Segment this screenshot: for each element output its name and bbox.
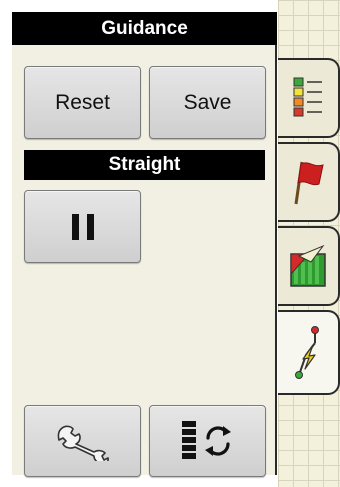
checklist-icon: [293, 77, 322, 117]
tab-field-map[interactable]: [278, 226, 340, 306]
section-header: Straight: [24, 150, 265, 180]
pause-icon: [71, 213, 94, 240]
guidance-path-icon: [295, 325, 319, 379]
reset-button[interactable]: Reset: [24, 66, 141, 139]
cycle-button[interactable]: [149, 405, 266, 477]
field-map-icon: [290, 244, 326, 287]
wrench-icon: [57, 425, 109, 461]
save-button-label: Save: [183, 90, 232, 114]
panel-title: Guidance: [12, 12, 277, 45]
save-button[interactable]: Save: [149, 66, 266, 139]
panel-title-text: Guidance: [101, 17, 188, 39]
flag-icon: [294, 161, 324, 205]
tab-flag[interactable]: [278, 142, 340, 222]
reset-button-label: Reset: [55, 90, 110, 114]
pause-button[interactable]: [24, 190, 141, 263]
section-header-text: Straight: [108, 154, 181, 175]
tab-checklist[interactable]: [278, 58, 340, 138]
cycle-icon: [181, 421, 231, 459]
settings-button[interactable]: [24, 405, 141, 477]
tab-guidance[interactable]: [278, 310, 340, 395]
